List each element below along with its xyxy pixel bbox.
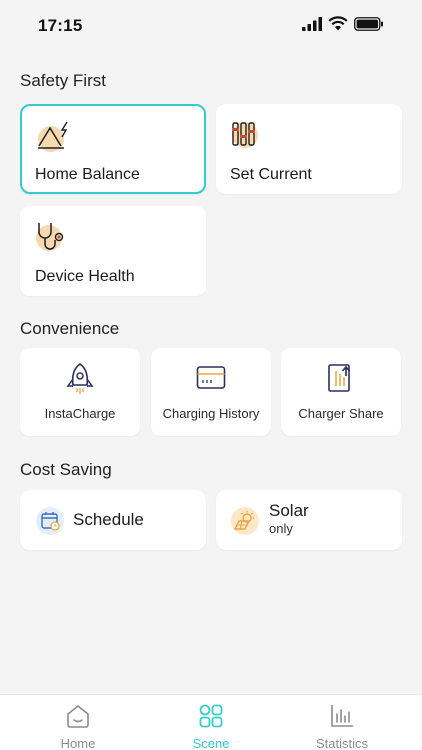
status-icons	[302, 16, 384, 31]
home-balance-icon	[38, 121, 68, 152]
charger-share-card[interactable]: Charger Share	[281, 348, 401, 436]
rocket-icon	[66, 363, 94, 394]
wifi-icon	[328, 16, 348, 31]
device-health-card[interactable]: Device Health	[20, 206, 206, 296]
statistics-icon	[331, 705, 353, 727]
device-health-label: Device Health	[35, 268, 135, 285]
share-icon	[328, 364, 351, 392]
home-balance-label: Home Balance	[35, 166, 140, 183]
solar-icon	[231, 507, 259, 535]
nav-home[interactable]: Home	[28, 703, 128, 750]
nav-statistics-label: Statistics	[315, 736, 368, 750]
cellular-signal-icon	[302, 16, 322, 31]
scene-screen: 17:15 Safety First Home Balance Set Curr…	[0, 0, 422, 750]
set-current-label: Set Current	[230, 166, 312, 183]
instacharge-card[interactable]: InstaCharge	[20, 348, 140, 436]
set-current-card[interactable]: Set Current	[216, 104, 402, 194]
section-title-cost-saving: Cost Saving	[20, 460, 112, 479]
home-icon	[67, 705, 89, 728]
charging-history-card[interactable]: Charging History	[151, 348, 271, 436]
nav-home-label: Home	[60, 736, 96, 750]
scene-grid-icon	[199, 704, 223, 728]
section-title-convenience: Convenience	[20, 319, 120, 338]
solar-sublabel: only	[269, 521, 293, 536]
status-time: 17:15	[38, 16, 83, 35]
instacharge-label: InstaCharge	[44, 406, 116, 421]
card-icon	[196, 366, 226, 389]
sliders-icon	[232, 122, 258, 148]
solar-only-card[interactable]: Solar only	[216, 490, 402, 550]
nav-scene-label: Scene	[192, 736, 230, 750]
home-balance-card[interactable]: Home Balance	[20, 104, 206, 194]
schedule-card[interactable]: Schedule	[20, 490, 206, 550]
solar-label: Solar	[269, 501, 309, 520]
schedule-label: Schedule	[73, 510, 144, 529]
nav-scene[interactable]: Scene	[161, 703, 261, 750]
battery-icon	[354, 16, 383, 31]
status-bar: 17:15	[0, 0, 422, 52]
bottom-navigation: Home Scene Statistics	[0, 694, 422, 750]
stethoscope-icon	[36, 223, 64, 251]
charging-history-label: Charging History	[162, 406, 260, 421]
nav-statistics[interactable]: Statistics	[292, 703, 392, 750]
charger-share-label: Charger Share	[298, 406, 384, 421]
section-title-safety-first: Safety First	[20, 71, 106, 90]
calendar-icon	[36, 507, 64, 535]
